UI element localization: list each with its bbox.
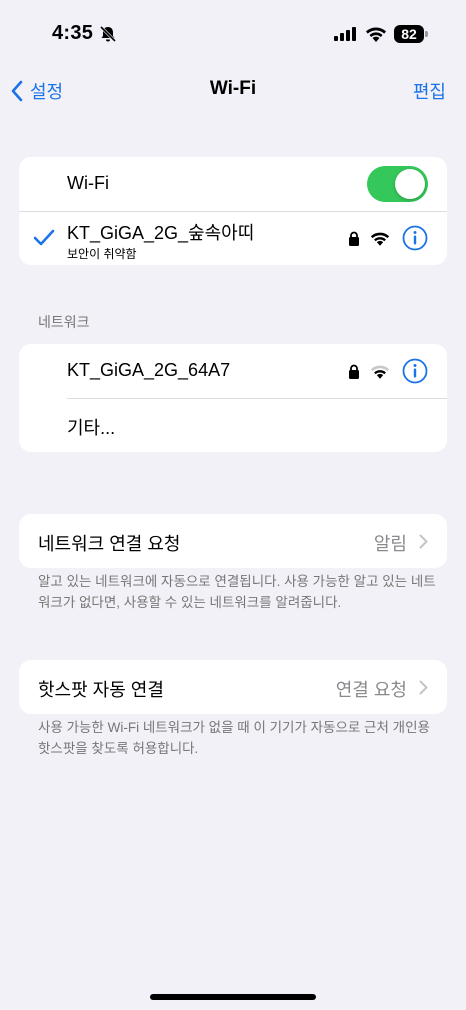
info-icon[interactable]: [402, 358, 428, 389]
page-title: Wi-Fi: [209, 78, 257, 99]
battery-cap: [425, 31, 428, 37]
edit-button[interactable]: 편집: [413, 78, 446, 104]
wifi-strength-icon: [370, 364, 390, 384]
ask-join-footer: 알고 있는 네트워크에 자동으로 연결됩니다. 사용 가능한 알고 있는 네트워…: [38, 574, 436, 610]
status-bar: 4:35 82: [0, 0, 466, 70]
silent-bell-icon: [99, 25, 117, 48]
wifi-status-icon: [365, 26, 387, 47]
wifi-strength-icon: [370, 231, 390, 251]
connected-network-security: 보안이 취약함: [67, 247, 137, 261]
network-row[interactable]: KT_GiGA_2G_64A7: [19, 344, 447, 398]
hotspot-value: 연결 요청: [335, 680, 407, 700]
lock-icon: [348, 231, 360, 251]
chevron-right-icon: [419, 534, 428, 554]
checkmark-icon: [33, 229, 55, 252]
wifi-toggle-row: Wi-Fi: [19, 157, 447, 211]
ask-join-group: 네트워크 연결 요청 알림: [19, 514, 447, 568]
other-network-row[interactable]: 기타...: [19, 398, 447, 452]
networks-group: KT_GiGA_2G_64A7 기타...: [19, 344, 447, 452]
status-time: 4:35: [52, 22, 94, 44]
lock-icon: [348, 364, 360, 384]
wifi-toggle-label: Wi-Fi: [67, 173, 109, 193]
home-indicator: [150, 994, 316, 1000]
wifi-toggle[interactable]: [367, 166, 428, 202]
chevron-right-icon: [419, 680, 428, 700]
navigation-bar: 설정 Wi-Fi 편집: [0, 70, 466, 110]
hotspot-group: 핫스팟 자동 연결 연결 요청: [19, 660, 447, 714]
other-network-label: 기타...: [67, 418, 116, 438]
hotspot-label: 핫스팟 자동 연결: [38, 680, 164, 700]
ask-join-label: 네트워크 연결 요청: [38, 534, 181, 554]
cellular-signal-icon: [334, 27, 356, 46]
wifi-group: Wi-Fi KT_GiGA_2G_숲속아띠 보안이 취약함: [19, 157, 447, 265]
connected-network-row[interactable]: KT_GiGA_2G_숲속아띠 보안이 취약함: [19, 211, 447, 265]
network-name: KT_GiGA_2G_64A7: [67, 360, 231, 380]
info-icon[interactable]: [402, 225, 428, 256]
hotspot-footer: 사용 가능한 Wi-Fi 네트워크가 없을 때 이 기기가 자동으로 근처 개인…: [38, 720, 430, 756]
ask-join-value: 알림: [373, 534, 407, 554]
networks-header: 네트워크: [38, 314, 90, 330]
ask-join-row[interactable]: 네트워크 연결 요청 알림: [19, 514, 447, 568]
toggle-knob: [395, 169, 425, 199]
connected-network-name: KT_GiGA_2G_숲속아띠: [67, 223, 255, 243]
hotspot-row[interactable]: 핫스팟 자동 연결 연결 요청: [19, 660, 447, 714]
battery-level: 82: [394, 25, 424, 43]
